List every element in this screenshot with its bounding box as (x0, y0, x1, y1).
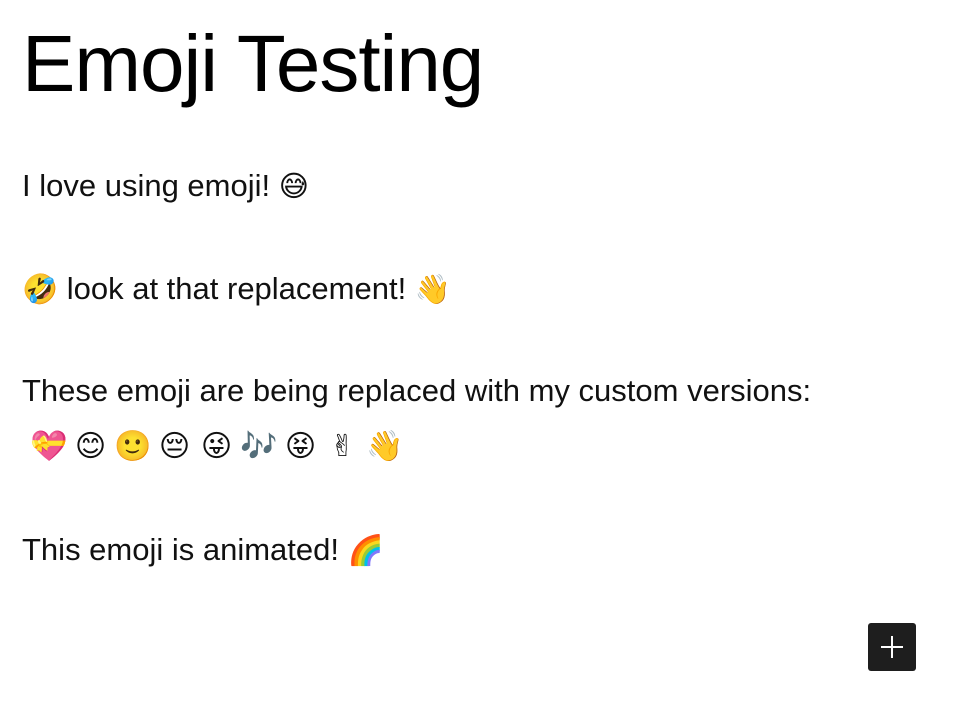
rainbow-emoji: 🌈 (347, 533, 384, 567)
waving-hand-emoji: 👋 (414, 272, 451, 306)
paragraph-text: I love using emoji! (22, 168, 279, 203)
waving-hand-emoji: 👋 (366, 428, 404, 464)
smiling-face-emoji: 😊 (74, 428, 107, 464)
paragraph-text: look at that replacement! (58, 271, 415, 306)
paragraph-love-emoji[interactable]: I love using emoji! 😅 (22, 163, 309, 209)
grinning-sweat-emoji: 😅 (278, 169, 309, 203)
heart-with-ribbon-emoji: 💝 (30, 428, 68, 464)
paragraph-animated[interactable]: This emoji is animated! 🌈 (22, 527, 384, 573)
paragraph-custom-versions[interactable]: These emoji are being replaced with my c… (22, 368, 811, 414)
musical-notes-emoji: 🎶 (240, 428, 278, 464)
custom-emoji-row[interactable]: 💝 😊 🙂 😔 😜 🎶 😝 ✌ 👋 (30, 423, 403, 469)
paragraph-text: This emoji is animated! (22, 532, 348, 567)
winking-tongue-face-emoji: 😜 (200, 428, 233, 464)
rolling-laughing-emoji: 🤣 (22, 272, 59, 306)
slightly-smiling-face-emoji: 🙂 (114, 428, 152, 464)
victory-hand-emoji: ✌ (329, 428, 356, 464)
paragraph-replacement[interactable]: 🤣 look at that replacement! 👋 (22, 266, 451, 312)
squinting-tongue-face-emoji: 😝 (284, 428, 317, 464)
add-block-button[interactable] (868, 623, 916, 671)
pensive-face-emoji: 😔 (158, 428, 191, 464)
page-title: Emoji Testing (22, 19, 484, 108)
paragraph-text: These emoji are being replaced with my c… (22, 373, 812, 408)
